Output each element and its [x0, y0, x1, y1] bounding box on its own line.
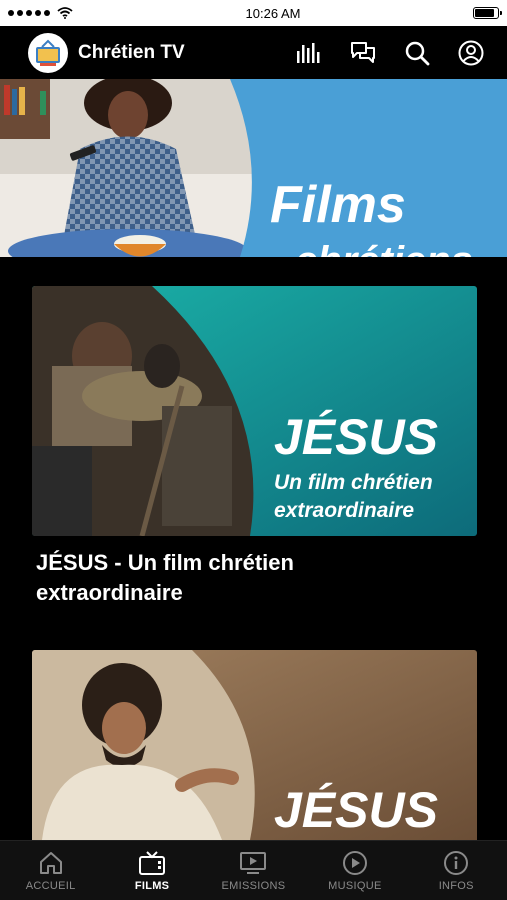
hero-title: Films [270, 176, 406, 234]
app-header: Chrétien TV [0, 26, 507, 79]
hero-subtitle: chrétiens [295, 239, 473, 257]
movie-thumbnail-subtitle-2: extraordinaire [274, 499, 415, 522]
tv-icon [138, 849, 166, 877]
movie-card[interactable]: JÉSUS Un film chrétien extraordinaire JÉ… [32, 286, 477, 607]
movie-caption-line-1: JÉSUS - Un film chrétien [36, 550, 294, 575]
tab-label: INFOS [438, 880, 474, 892]
chat-icon[interactable] [349, 39, 377, 67]
signal-icon [8, 7, 73, 19]
movie-card[interactable]: JÉSUS [32, 650, 477, 840]
tab-label: EMISSIONS [221, 880, 286, 892]
tab-bar: ACCUEIL FILMS EMISSIONS MUSIQUE INFOS [0, 840, 507, 900]
app-title: Chrétien TV [78, 41, 185, 63]
tab-label: MUSIQUE [328, 880, 382, 892]
wifi-icon [57, 7, 73, 19]
tab-musique[interactable]: MUSIQUE [305, 841, 405, 900]
hero-banner[interactable]: Films chrétiens [0, 79, 507, 257]
movie-caption-line-2: extraordinaire [36, 579, 183, 605]
tab-infos[interactable]: INFOS [406, 841, 506, 900]
hero-photo [0, 79, 260, 257]
movie-caption: JÉSUS - Un film chrétien extraordinaire [36, 548, 477, 607]
tab-films[interactable]: FILMS [102, 841, 202, 900]
movie-thumbnail-title: JÉSUS [274, 782, 438, 838]
search-icon[interactable] [403, 39, 431, 67]
battery-icon [473, 7, 502, 19]
status-bar: 10:26 AM [0, 0, 507, 26]
movie-thumbnail-subtitle-1: Un film chrétien [274, 471, 433, 494]
info-icon [442, 849, 470, 877]
status-time: 10:26 AM [245, 5, 301, 21]
tab-accueil[interactable]: ACCUEIL [1, 841, 101, 900]
tab-label: FILMS [134, 880, 170, 892]
app-logo[interactable] [28, 32, 68, 73]
movie-thumbnail-title: JÉSUS [274, 409, 438, 465]
tab-emissions[interactable]: EMISSIONS [203, 841, 303, 900]
play-circle-icon [341, 849, 369, 877]
profile-icon[interactable] [457, 39, 485, 67]
screen-play-icon [239, 849, 267, 877]
home-icon [37, 849, 65, 877]
audio-bars-icon[interactable] [295, 39, 323, 67]
tab-label: ACCUEIL [25, 880, 76, 892]
